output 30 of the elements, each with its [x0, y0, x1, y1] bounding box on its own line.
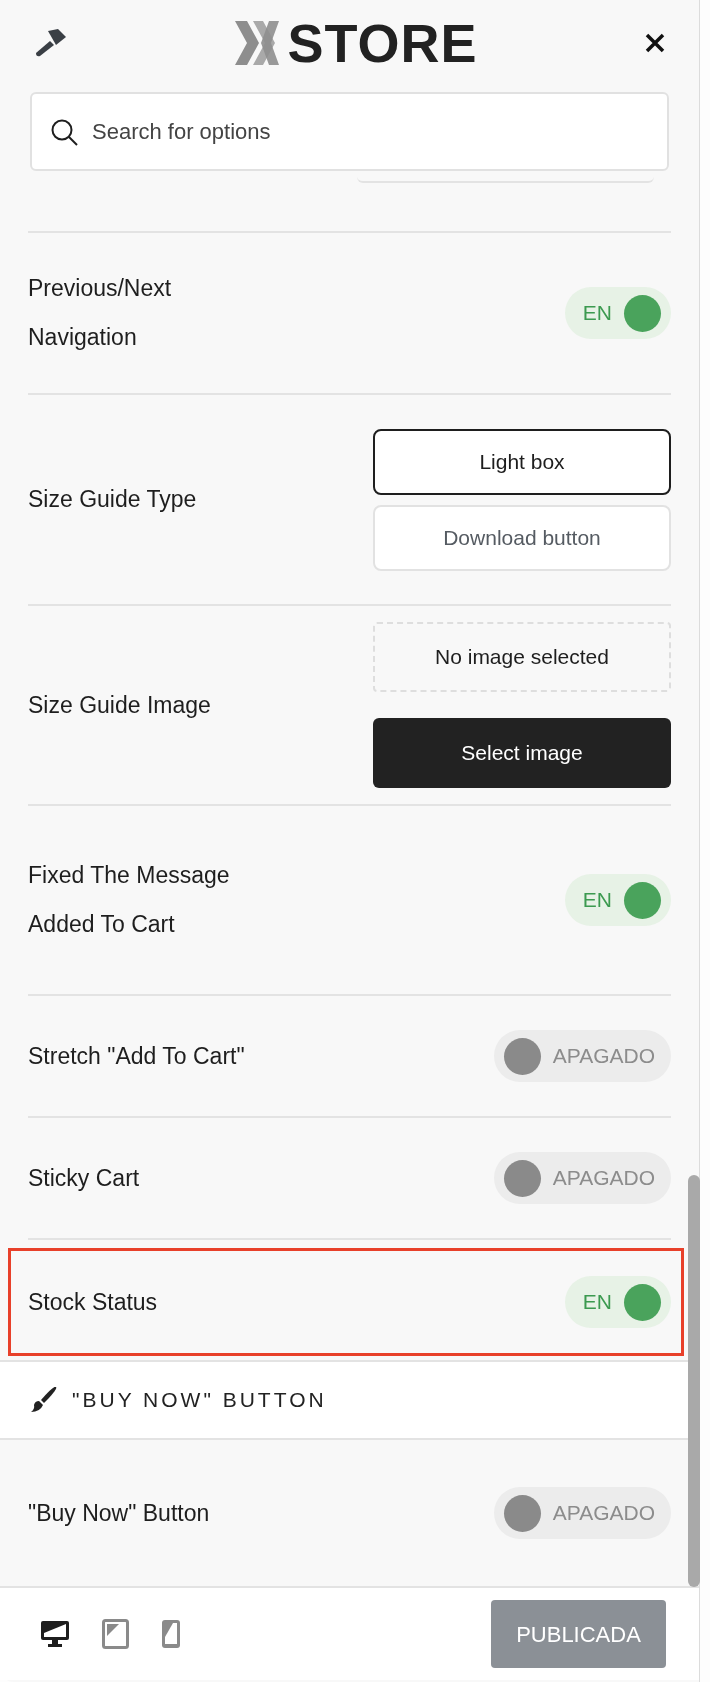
toggle-switch[interactable]: EN: [564, 1276, 671, 1328]
toggle-switch[interactable]: APAGADO: [493, 1487, 671, 1539]
select-image-button[interactable]: Select image: [373, 718, 671, 788]
publish-button[interactable]: PUBLICADA: [491, 1600, 666, 1668]
option-button[interactable]: Light box: [373, 428, 671, 495]
setting-label: "Buy Now" Button: [28, 1498, 211, 1528]
setting-label: Fixed The Message Added To Cart: [28, 861, 231, 939]
scrollbar-thumb[interactable]: [688, 1175, 700, 1587]
close-icon[interactable]: [645, 32, 665, 53]
toggle-switch[interactable]: APAGADO: [493, 1030, 671, 1082]
toggle-switch[interactable]: APAGADO: [493, 1152, 671, 1204]
option-button[interactable]: Download button: [373, 504, 671, 571]
setting-label: Previous/Next Navigation: [28, 274, 173, 352]
setting-label: Sticky Cart: [28, 1163, 141, 1193]
toggle-switch[interactable]: EN: [564, 287, 671, 339]
search-icon: [50, 118, 78, 146]
setting-label: Stretch "Add To Cart": [28, 1041, 246, 1071]
search-field[interactable]: Search for options: [30, 92, 669, 171]
setting-label: Size Guide Image: [28, 690, 212, 720]
image-drop-field[interactable]: No image selected: [373, 622, 671, 692]
setting-label: Stock Status: [28, 1287, 159, 1317]
mobile-icon[interactable]: [161, 1619, 181, 1649]
paintbrush-icon[interactable]: [34, 28, 66, 57]
toggle-switch[interactable]: EN: [564, 874, 671, 926]
desktop-icon[interactable]: [40, 1619, 70, 1649]
logo-text: STORE: [287, 15, 478, 70]
setting-label: Size Guide Type: [28, 485, 198, 514]
paintbrush-icon: [30, 1387, 58, 1413]
tablet-icon[interactable]: [102, 1619, 129, 1649]
section-title: "BUY NOW" BUTTON: [72, 1387, 327, 1414]
